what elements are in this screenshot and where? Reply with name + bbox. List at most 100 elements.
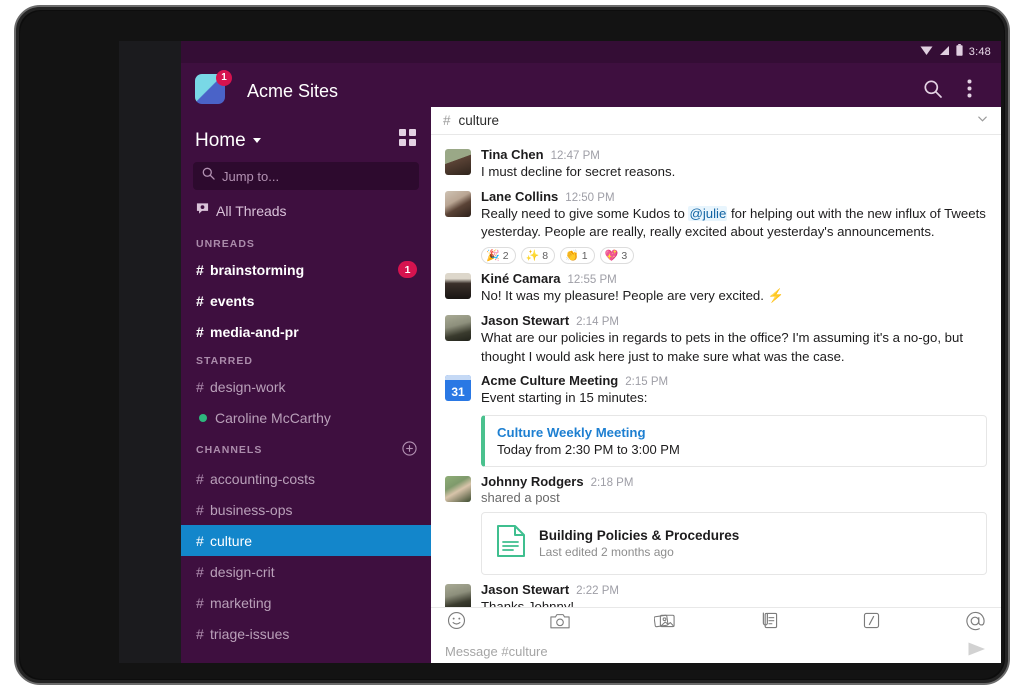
chevron-down-icon bbox=[252, 138, 261, 143]
avatar[interactable] bbox=[445, 476, 471, 503]
dm-label: Caroline McCarthy bbox=[215, 409, 331, 426]
file-meta: Last edited 2 months ago bbox=[539, 545, 674, 560]
sidebar-item-events[interactable]: # events bbox=[181, 285, 431, 316]
sidebar-item-caroline-mccarthy[interactable]: Caroline McCarthy bbox=[181, 402, 431, 433]
hash-icon: # bbox=[196, 470, 204, 487]
message-timestamp: 2:22 PM bbox=[576, 585, 619, 598]
sidebar-item-design-work[interactable]: # design-work bbox=[181, 371, 431, 402]
add-channel-button[interactable] bbox=[402, 441, 417, 459]
reaction-count: 8 bbox=[542, 249, 549, 262]
message-text: Really need to give some Kudos to @julie… bbox=[481, 205, 987, 242]
overflow-menu-icon bbox=[967, 79, 972, 103]
mention-icon bbox=[965, 611, 985, 635]
message-composer: Message #culture bbox=[431, 607, 1001, 663]
avatar[interactable] bbox=[445, 149, 471, 175]
channel-label: accounting-costs bbox=[210, 470, 316, 487]
message-timestamp: 2:14 PM bbox=[576, 315, 619, 328]
channel-header[interactable]: # culture bbox=[431, 107, 1001, 135]
grid-view-button[interactable] bbox=[399, 129, 417, 152]
hash-icon: # bbox=[196, 532, 204, 549]
document-icon bbox=[496, 524, 526, 563]
message-item-calendar-event: 31 Acme Culture Meeting 2:15 PM Event st… bbox=[431, 369, 1001, 470]
channel-label: triage-issues bbox=[210, 625, 290, 642]
left-dark-rail bbox=[119, 41, 181, 663]
attachment-button[interactable] bbox=[759, 611, 778, 635]
section-header-starred: STARRED bbox=[181, 347, 431, 371]
sidebar-item-culture[interactable]: # culture bbox=[181, 525, 431, 556]
channel-label: brainstorming bbox=[210, 261, 305, 278]
reaction-count: 2 bbox=[502, 249, 509, 262]
sidebar-item-business-ops[interactable]: # business-ops bbox=[181, 494, 431, 525]
emoji-button[interactable] bbox=[447, 611, 466, 635]
event-attachment[interactable]: Culture Weekly Meeting Today from 2:30 P… bbox=[481, 415, 987, 468]
avatar[interactable] bbox=[445, 273, 471, 300]
reaction-chip[interactable]: 💖 3 bbox=[599, 247, 635, 265]
reaction-chip[interactable]: 👏 1 bbox=[560, 247, 595, 265]
sidebar-item-triage-issues[interactable]: # triage-issues bbox=[181, 618, 431, 649]
message-author: Jason Stewart bbox=[481, 582, 570, 598]
mention-button[interactable] bbox=[965, 611, 985, 636]
message-item: Lane Collins 12:50 PM Really need to giv… bbox=[431, 185, 1001, 267]
user-mention[interactable]: @julie bbox=[688, 205, 728, 221]
message-input[interactable]: Message #culture bbox=[445, 644, 967, 659]
avatar[interactable] bbox=[445, 190, 471, 217]
all-threads-label: All Threads bbox=[216, 203, 287, 219]
tablet-device-frame: 3:48 1 Acme Sites Home Jump to... All Th… bbox=[14, 5, 1010, 685]
slash-command-icon bbox=[862, 612, 881, 634]
sidebar-item-accounting-costs[interactable]: # accounting-costs bbox=[181, 463, 431, 494]
send-icon bbox=[967, 642, 987, 661]
file-attachment[interactable]: Building Policies & Procedures Last edit… bbox=[481, 512, 987, 576]
message-author: Tina Chen bbox=[481, 147, 544, 162]
camera-icon bbox=[550, 613, 570, 634]
message-timestamp: 12:50 PM bbox=[565, 191, 615, 204]
event-title[interactable]: Culture Weekly Meeting bbox=[497, 425, 974, 440]
reaction-count: 3 bbox=[621, 249, 628, 262]
avatar[interactable] bbox=[445, 584, 471, 607]
home-switcher[interactable]: Home bbox=[181, 119, 431, 160]
calendar-icon-day: 31 bbox=[451, 385, 465, 400]
channel-panel: # culture Tina Chen 12:47 PM I must decl… bbox=[431, 107, 1001, 663]
wifi-icon bbox=[920, 43, 933, 61]
file-name[interactable]: Building Policies & Procedures bbox=[539, 528, 739, 543]
message-item: Jason Stewart 2:14 PM What are our polic… bbox=[431, 309, 1001, 369]
status-bar-clock: 3:48 bbox=[968, 46, 991, 58]
channel-label: culture bbox=[210, 532, 253, 549]
avatar[interactable] bbox=[445, 314, 471, 341]
attachment-icon bbox=[759, 612, 778, 634]
workspace-title: Acme Sites bbox=[247, 80, 339, 101]
sidebar-item-marketing[interactable]: # marketing bbox=[181, 587, 431, 618]
photos-button[interactable] bbox=[653, 612, 675, 635]
camera-button[interactable] bbox=[550, 612, 570, 635]
sidebar-item-media-and-pr[interactable]: # media-and-pr bbox=[181, 316, 431, 347]
unread-badge: 1 bbox=[398, 261, 417, 278]
sidebar-item-design-crit[interactable]: # design-crit bbox=[181, 556, 431, 587]
slash-command-button[interactable] bbox=[862, 611, 881, 635]
workspace-logo[interactable]: 1 bbox=[195, 70, 232, 108]
overflow-menu-button[interactable] bbox=[951, 73, 987, 109]
message-author: Acme Culture Meeting bbox=[481, 373, 619, 389]
event-time-range: Today from 2:30 PM to 3:00 PM bbox=[497, 442, 680, 458]
message-author: Johnny Rodgers bbox=[481, 474, 584, 490]
section-title: CHANNELS bbox=[196, 444, 263, 456]
grid-view-icon bbox=[399, 129, 417, 152]
add-channel-icon bbox=[402, 441, 417, 459]
send-button[interactable] bbox=[967, 641, 987, 662]
chevron-down-icon[interactable] bbox=[976, 112, 989, 130]
sidebar-item-all-threads[interactable]: All Threads bbox=[181, 190, 431, 230]
message-text: No! It was my pleasure! People are very … bbox=[481, 288, 785, 304]
channel-label: media-and-pr bbox=[210, 323, 299, 340]
threads-icon bbox=[196, 202, 209, 220]
jump-to-search[interactable]: Jump to... bbox=[193, 162, 419, 190]
sidebar-item-brainstorming[interactable]: # brainstorming 1 bbox=[181, 254, 431, 285]
message-list[interactable]: Tina Chen 12:47 PM I must decline for se… bbox=[431, 135, 1001, 607]
search-icon bbox=[923, 79, 943, 104]
reaction-chip[interactable]: 🎉 2 bbox=[481, 247, 516, 265]
workspace-unread-badge: 1 bbox=[216, 70, 232, 86]
reaction-chip[interactable]: ✨ 8 bbox=[520, 247, 556, 265]
search-button[interactable] bbox=[915, 73, 951, 109]
hash-icon: # bbox=[196, 594, 204, 611]
message-text: Thanks Johnny! bbox=[481, 599, 575, 607]
composer-input-row[interactable]: Message #culture bbox=[431, 638, 1001, 663]
section-title: STARRED bbox=[196, 355, 253, 367]
hash-icon: # bbox=[196, 501, 204, 518]
